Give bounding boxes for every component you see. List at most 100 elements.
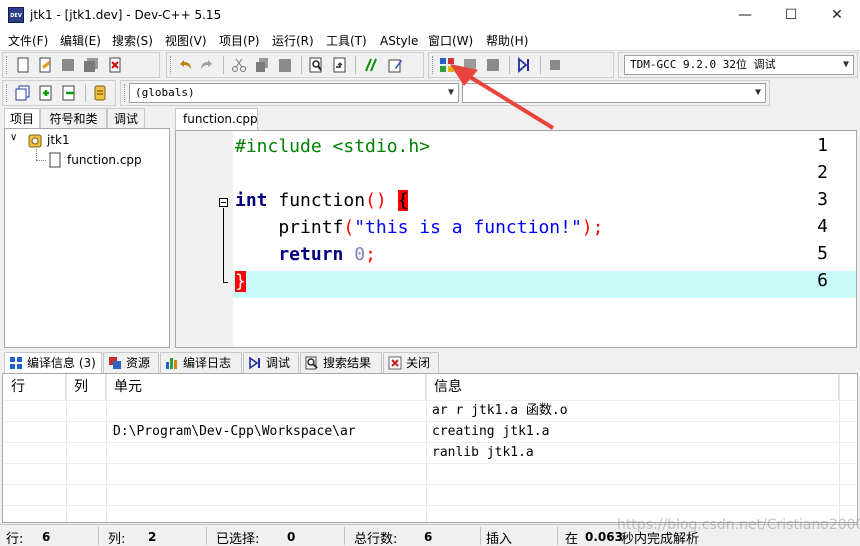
menu-file[interactable]: 文件(F) [8, 33, 48, 49]
toolbar-grip[interactable] [432, 56, 435, 74]
symbol: ( [343, 217, 355, 238]
title-bar: DEV jtk1 - [jtk1.dev] - Dev-C++ 5.15 — ☐… [0, 0, 860, 31]
fold-toggle-icon[interactable] [219, 198, 228, 207]
toolbar-grip[interactable] [170, 56, 173, 74]
cell-message: ranlib jtk1.a [432, 445, 534, 460]
menu-search[interactable]: 搜索(S) [112, 33, 153, 49]
line-number-gutter [176, 131, 233, 347]
close-file-icon[interactable] [107, 57, 123, 73]
tree-item-project[interactable]: jtk1 [47, 133, 70, 147]
close-window-button[interactable]: ✕ [814, 0, 860, 31]
column-header-message[interactable]: 信息 [426, 374, 839, 400]
toolbar-separator [355, 56, 356, 74]
menu-tools[interactable]: 工具(T) [326, 33, 367, 49]
toolbar-grip[interactable] [6, 56, 9, 74]
tab-compile-log[interactable]: 编译日志 [160, 352, 242, 374]
remove-from-project-icon[interactable] [61, 85, 77, 101]
comment-icon[interactable] [363, 57, 379, 73]
member-select[interactable]: ▼ [462, 83, 766, 103]
tree-line [36, 149, 37, 160]
row-divider [3, 463, 857, 464]
number-literal: 0 [343, 244, 366, 265]
tree-item-file[interactable]: function.cpp [67, 153, 142, 167]
save-all-icon[interactable] [83, 57, 99, 73]
scope-select[interactable]: (globals) ▼ [129, 83, 459, 103]
tab-close-panel[interactable]: 关闭 [383, 352, 439, 374]
minimize-button[interactable]: — [722, 0, 768, 31]
cut-icon[interactable] [231, 57, 247, 73]
menu-help[interactable]: 帮助(H) [486, 33, 528, 49]
menu-project[interactable]: 项目(P) [219, 33, 260, 49]
column-divider [839, 374, 840, 522]
tab-resources[interactable]: 资源 [103, 352, 159, 374]
tab-classes[interactable]: 符号和类 [40, 108, 107, 128]
symbol: ; [365, 244, 376, 265]
bottom-panel-tabs: 编译信息 (3) 资源 编译日志 调试 搜索结果 关闭 [0, 351, 860, 374]
compile-run-icon[interactable] [485, 57, 501, 73]
copy-icon[interactable] [254, 57, 270, 73]
tab-debug-output[interactable]: 调试 [243, 352, 299, 374]
compiler-messages-table: 行 列 单元 信息 ar r jtk1.a 函数.o D:\Program\De… [2, 373, 858, 523]
tree-collapse-icon[interactable]: ∨ [10, 132, 17, 143]
chevron-down-icon: ▼ [754, 87, 761, 98]
add-to-project-icon[interactable] [38, 85, 54, 101]
menu-astyle[interactable]: AStyle [380, 33, 418, 49]
status-separator [557, 527, 558, 545]
status-separator [480, 527, 481, 545]
status-row-value: 6 [42, 530, 51, 544]
status-total-lines-label: 总行数: [354, 532, 398, 546]
line-number: 5 [817, 243, 828, 264]
tab-project[interactable]: 项目 [4, 108, 40, 129]
find-icon[interactable] [308, 57, 324, 73]
replace-icon[interactable] [331, 57, 347, 73]
chart-icon [166, 358, 177, 369]
paste-icon[interactable] [277, 57, 293, 73]
tab-label: 关闭 [406, 356, 431, 370]
tab-search-results[interactable]: 搜索结果 [300, 352, 382, 374]
toolbar-grip[interactable] [6, 84, 9, 102]
column-header-unit[interactable]: 单元 [106, 374, 426, 400]
edit-toolbar [166, 52, 424, 78]
symbol: () [365, 190, 387, 211]
status-selected-value: 0 [287, 530, 296, 544]
debug-icon [249, 356, 260, 370]
maximize-button[interactable]: ☐ [768, 0, 814, 31]
save-icon[interactable] [60, 57, 76, 73]
open-file-icon[interactable] [37, 57, 53, 73]
preprocessor-directive: #include <stdio.h> [235, 136, 431, 157]
tab-debug[interactable]: 调试 [107, 108, 145, 128]
stop-icon[interactable] [547, 57, 563, 73]
status-col-label: 列: [108, 532, 126, 546]
toolbar-grip[interactable] [124, 84, 127, 102]
column-header-line[interactable]: 行 [3, 374, 66, 400]
matched-brace: } [235, 271, 246, 292]
compiler-toolbar: TDM-GCC 9.2.0 32位 调试 ▼ [618, 52, 858, 78]
project-options-icon[interactable] [92, 85, 108, 101]
menu-run[interactable]: 运行(R) [272, 33, 314, 49]
code-editor[interactable]: 1 2 3 4 5 6 #include <stdio.h> int funct… [175, 130, 857, 348]
compile-icon[interactable] [439, 57, 455, 73]
toolbar-separator [85, 84, 86, 102]
redo-icon[interactable] [199, 57, 215, 73]
window-title: jtk1 - [jtk1.dev] - Dev-C++ 5.15 [30, 8, 222, 22]
compiler-select[interactable]: TDM-GCC 9.2.0 32位 调试 ▼ [624, 55, 854, 75]
dev-cpp-app-icon: DEV [8, 7, 24, 23]
tab-compiler-messages[interactable]: 编译信息 (3) [4, 352, 102, 374]
debug-icon[interactable] [516, 57, 532, 73]
project-tree: ∨ jtk1 function.cpp [4, 128, 170, 348]
tab-function-cpp[interactable]: function.cpp [175, 108, 258, 131]
edit-properties-icon[interactable] [387, 57, 403, 73]
new-file-icon[interactable] [15, 57, 31, 73]
menu-window[interactable]: 窗口(W) [428, 33, 473, 49]
column-header-col[interactable]: 列 [66, 374, 106, 400]
code-line-6: } [235, 268, 246, 295]
status-total-lines-value: 6 [424, 530, 433, 544]
status-parse-prefix: 在 [565, 532, 579, 546]
new-project-icon[interactable] [15, 85, 31, 101]
code-line-4: printf("this is a function!"); [235, 214, 603, 241]
menu-edit[interactable]: 编辑(E) [60, 33, 101, 49]
undo-icon[interactable] [177, 57, 193, 73]
run-icon[interactable] [462, 57, 478, 73]
identifier: function [267, 190, 366, 211]
menu-view[interactable]: 视图(V) [165, 33, 207, 49]
